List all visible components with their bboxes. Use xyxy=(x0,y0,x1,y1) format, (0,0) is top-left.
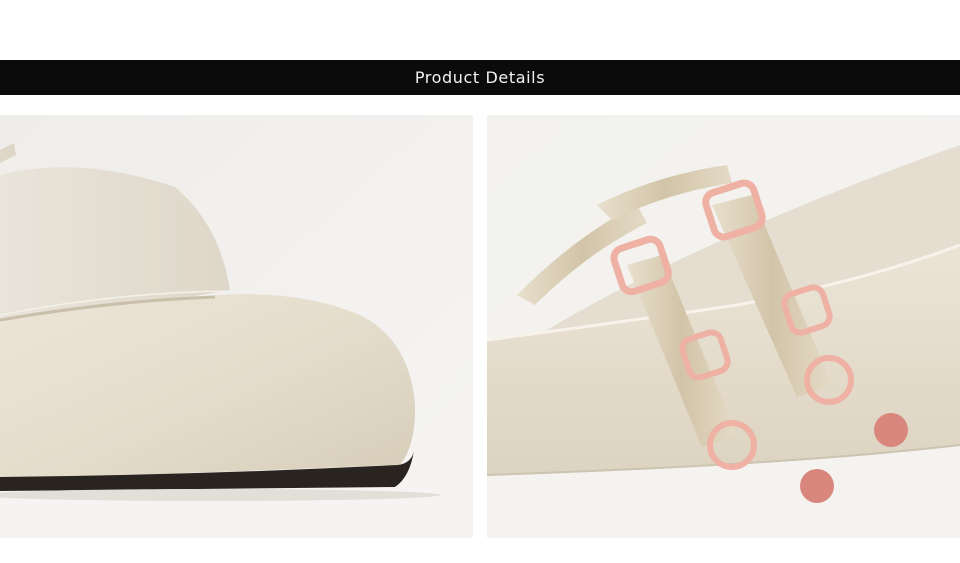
product-photo-toe xyxy=(0,115,473,538)
shoe-toe-illustration xyxy=(0,115,473,538)
product-photo-strap xyxy=(487,115,960,538)
shoe-strap-illustration xyxy=(487,115,960,538)
section-banner: Product Details xyxy=(0,60,960,95)
section-title: Product Details xyxy=(414,68,546,87)
